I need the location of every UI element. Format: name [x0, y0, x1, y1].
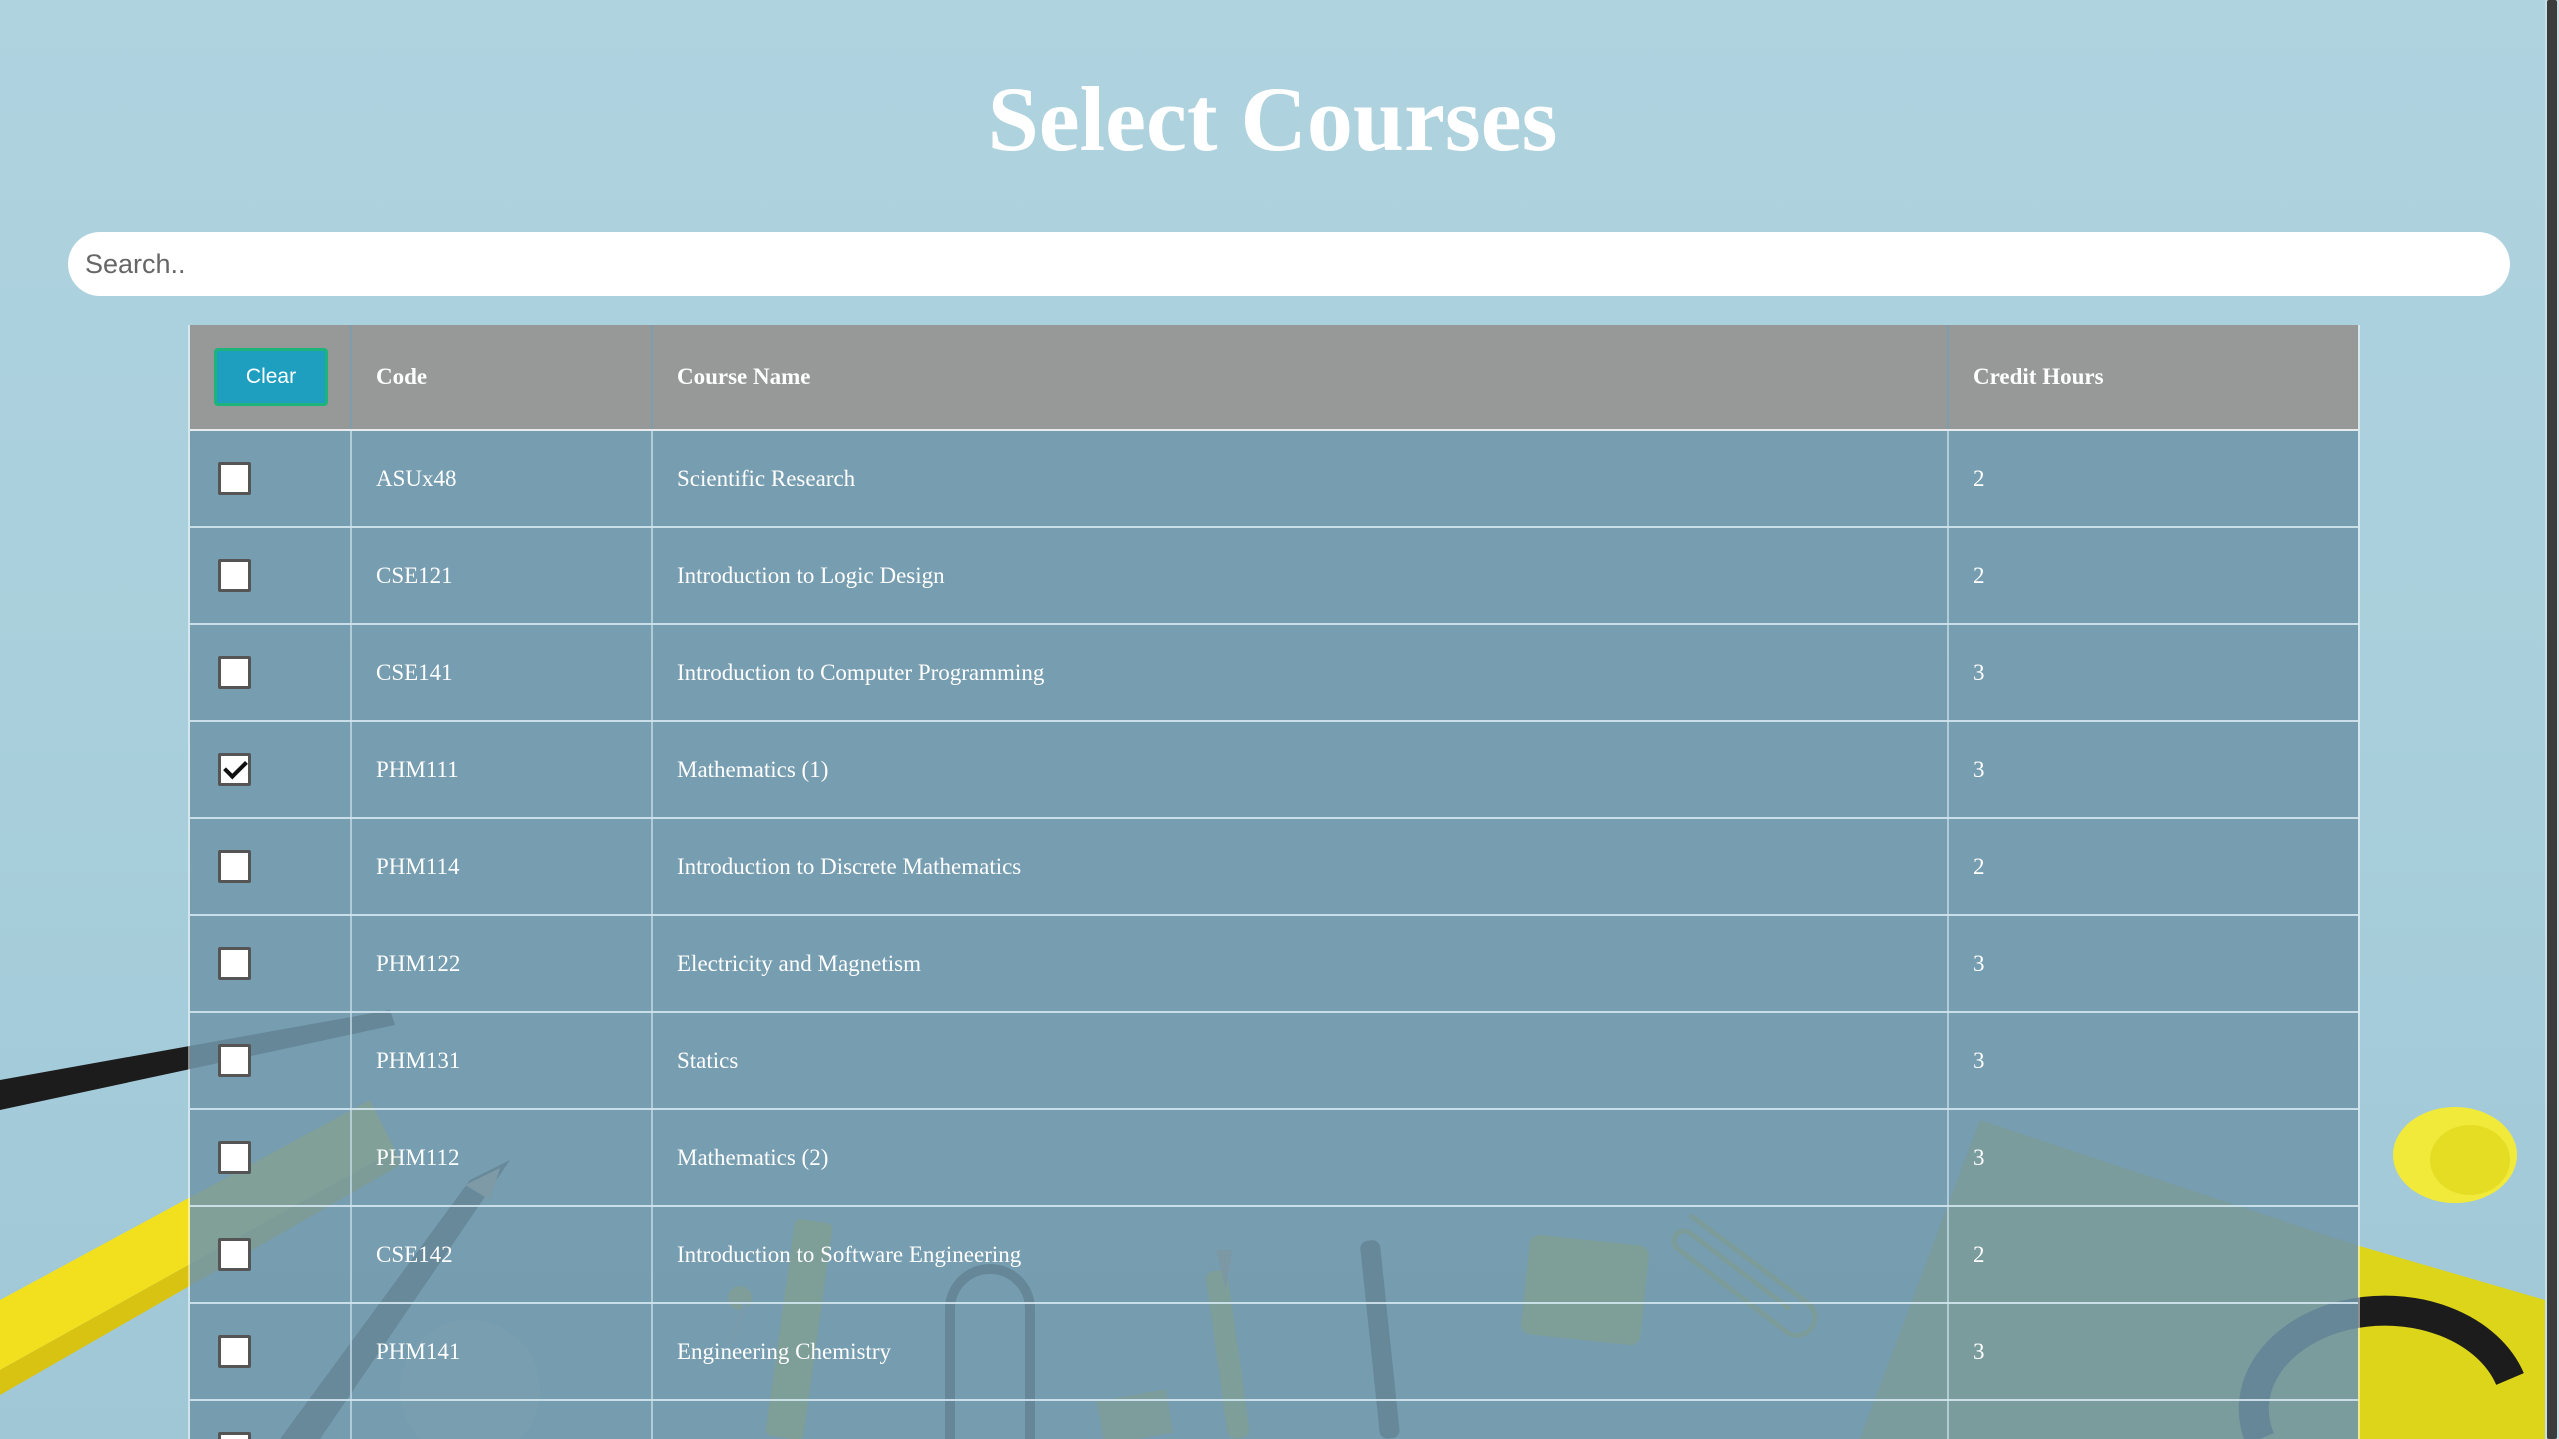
table-row[interactable]: CSE141 Introduction to Computer Programmi…: [190, 624, 2358, 722]
search-input[interactable]: [68, 232, 2510, 296]
table-row[interactable]: [190, 1400, 2358, 1439]
course-name-cell: Statics: [652, 1012, 1949, 1110]
credit-hours-cell: 2: [1948, 818, 2358, 916]
credit-hours-cell: 3: [1948, 1303, 2358, 1401]
row-select-cell: [190, 527, 352, 625]
course-name-cell: Introduction to Software Engineering: [652, 1206, 1949, 1304]
course-checkbox[interactable]: [218, 1044, 251, 1077]
page-title: Select Courses: [987, 68, 1558, 170]
row-select-cell: [190, 721, 352, 819]
header-row: Clear Code Course Name Credit Hours: [190, 325, 2358, 431]
credit-hours-cell: 2: [1948, 527, 2358, 625]
header-code[interactable]: Code: [351, 325, 653, 431]
credit-hours-cell: 3: [1948, 721, 2358, 819]
table-row[interactable]: PHM112 Mathematics (2) 3: [190, 1109, 2358, 1207]
course-checkbox[interactable]: [218, 850, 251, 883]
course-code-cell: CSE121: [351, 527, 653, 625]
course-name-cell: Engineering Chemistry: [652, 1303, 1949, 1401]
table-row[interactable]: ASUx48 Scientific Research 2: [190, 430, 2358, 528]
credit-hours-cell: 2: [1948, 1206, 2358, 1304]
clear-button[interactable]: Clear: [214, 348, 328, 406]
row-select-cell: [190, 1400, 352, 1439]
credit-hours-cell: 3: [1948, 915, 2358, 1013]
credit-hours-cell: [1948, 1400, 2358, 1439]
row-select-cell: [190, 1303, 352, 1401]
course-checkbox[interactable]: [218, 462, 251, 495]
course-checkbox[interactable]: [218, 1238, 251, 1271]
course-code-cell: CSE142: [351, 1206, 653, 1304]
course-code-cell: PHM141: [351, 1303, 653, 1401]
row-select-cell: [190, 1206, 352, 1304]
course-checkbox[interactable]: [218, 1335, 251, 1368]
row-select-cell: [190, 818, 352, 916]
row-select-cell: [190, 430, 352, 528]
credit-hours-cell: 3: [1948, 1109, 2358, 1207]
course-code-cell: PHM114: [351, 818, 653, 916]
credit-hours-cell: 3: [1948, 624, 2358, 722]
table-body: ASUx48 Scientific Research 2 CSE121 Introduc…: [190, 430, 2358, 1439]
table-row[interactable]: CSE142 Introduction to Software Engineeri…: [190, 1206, 2358, 1304]
row-select-cell: [190, 915, 352, 1013]
table-row[interactable]: CSE121 Introduction to Logic Design 2: [190, 527, 2358, 625]
credit-hours-cell: 3: [1948, 1012, 2358, 1110]
table-row[interactable]: PHM114 Introduction to Discrete Mathemati…: [190, 818, 2358, 916]
course-checkbox[interactable]: [218, 947, 251, 980]
course-name-cell: Introduction to Computer Programming: [652, 624, 1949, 722]
course-name-cell: Scientific Research: [652, 430, 1949, 528]
course-code-cell: PHM131: [351, 1012, 653, 1110]
course-name-cell: Introduction to Discrete Mathematics: [652, 818, 1949, 916]
course-checkbox[interactable]: [218, 559, 251, 592]
courses-table: Clear Code Course Name Credit Hours ASUx…: [190, 325, 2358, 1439]
course-checkbox-checked[interactable]: [218, 753, 251, 786]
credit-hours-cell: 2: [1948, 430, 2358, 528]
course-code-cell: ASUx48: [351, 430, 653, 528]
course-name-cell: Mathematics (2): [652, 1109, 1949, 1207]
header-course-name[interactable]: Course Name: [652, 325, 1949, 431]
course-checkbox[interactable]: [218, 1141, 251, 1174]
course-name-cell: Electricity and Magnetism: [652, 915, 1949, 1013]
course-checkbox[interactable]: [218, 1432, 251, 1439]
table-row[interactable]: PHM131 Statics 3: [190, 1012, 2358, 1110]
scrollbar-thumb[interactable]: [2547, 0, 2557, 1439]
row-select-cell: [190, 624, 352, 722]
header-credit-hours[interactable]: Credit Hours: [1948, 325, 2358, 431]
header-select: Clear: [190, 325, 352, 431]
course-checkbox[interactable]: [218, 656, 251, 689]
course-name-cell: Mathematics (1): [652, 721, 1949, 819]
course-code-cell: [351, 1400, 653, 1439]
table-row[interactable]: PHM141 Engineering Chemistry 3: [190, 1303, 2358, 1401]
table-row[interactable]: PHM122 Electricity and Magnetism 3: [190, 915, 2358, 1013]
courses-table-container[interactable]: Clear Code Course Name Credit Hours ASUx…: [188, 325, 2360, 1439]
course-code-cell: CSE141: [351, 624, 653, 722]
course-code-cell: PHM122: [351, 915, 653, 1013]
course-name-cell: Introduction to Logic Design: [652, 527, 1949, 625]
course-code-cell: PHM112: [351, 1109, 653, 1207]
table-row[interactable]: PHM111 Mathematics (1) 3: [190, 721, 2358, 819]
row-select-cell: [190, 1109, 352, 1207]
table-header: Clear Code Course Name Credit Hours: [190, 325, 2358, 431]
course-code-cell: PHM111: [351, 721, 653, 819]
course-name-cell: [652, 1400, 1949, 1439]
row-select-cell: [190, 1012, 352, 1110]
